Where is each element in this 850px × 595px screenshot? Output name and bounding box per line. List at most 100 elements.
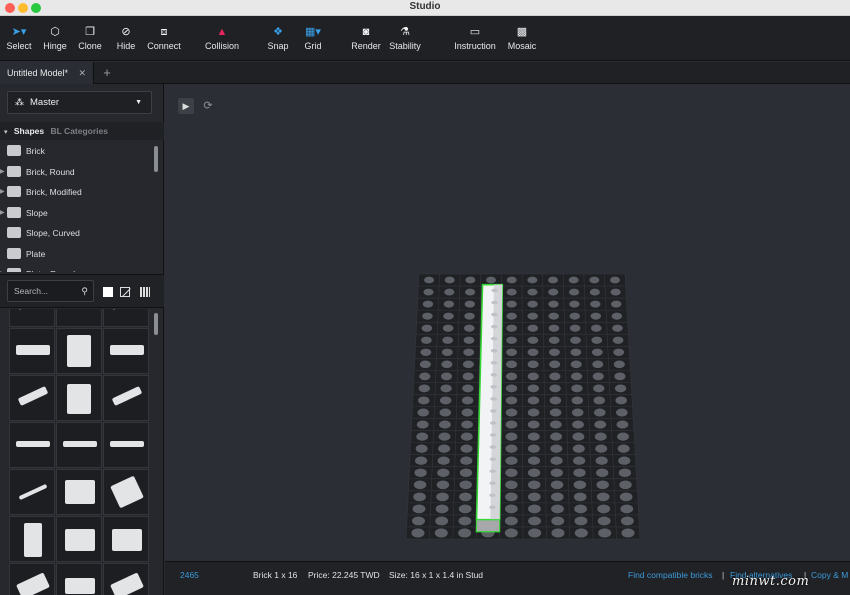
category-item[interactable]: Brick <box>0 141 164 162</box>
stud <box>527 372 539 381</box>
category-item[interactable]: Slope, Curved <box>0 223 164 244</box>
part-thumbnail[interactable] <box>56 516 102 562</box>
part-thumbnail[interactable] <box>103 422 149 468</box>
stud <box>417 408 430 417</box>
part-thumbnail[interactable] <box>56 563 102 595</box>
stud <box>571 408 584 417</box>
part-thumbnail[interactable] <box>56 328 102 374</box>
part-thumbnail[interactable] <box>9 469 55 515</box>
brick-stud <box>490 409 497 413</box>
toolbar-button-grid[interactable]: ▦▾ Grid <box>302 16 324 61</box>
close-tab-icon[interactable]: ✕ <box>78 62 86 84</box>
view-filter-icon[interactable] <box>120 287 130 297</box>
tab-shapes[interactable]: Shapes <box>14 126 44 136</box>
category-item[interactable]: ▶ Plate, Round <box>0 264 164 272</box>
toolbar-button-stability[interactable]: ⚗ Stability <box>386 16 424 61</box>
toolbar-label: Snap <box>267 41 289 51</box>
category-item[interactable]: ▶ Brick, Modified <box>0 182 164 203</box>
part-name: Brick 1 x 16 <box>253 570 298 580</box>
toolbar-button-connect[interactable]: ⧈ Connect <box>145 16 183 61</box>
part-thumbnail[interactable] <box>9 375 55 421</box>
expand-chevron-icon[interactable]: ▶ <box>0 264 5 272</box>
part-thumbnail[interactable] <box>56 375 102 421</box>
stud <box>548 300 559 308</box>
collapse-chevron-icon[interactable]: ▾ <box>4 129 8 136</box>
stud <box>506 300 517 308</box>
expand-chevron-icon[interactable]: ▶ <box>0 203 5 223</box>
expand-chevron-icon[interactable]: ▶ <box>0 182 5 202</box>
brick-stud <box>490 348 498 353</box>
part-thumbnail[interactable] <box>9 563 55 595</box>
add-tab-button[interactable]: + <box>100 62 114 84</box>
toolbar-button-collision[interactable]: ▲ Collision <box>202 16 242 61</box>
view-large-icon[interactable] <box>103 287 113 297</box>
category-item[interactable]: ▶ Slope <box>0 203 164 224</box>
hide-eye-icon: ⊘ <box>121 26 131 38</box>
stud <box>549 408 562 417</box>
copy-link[interactable]: Copy & M <box>811 569 848 581</box>
part-thumbnail[interactable] <box>103 375 149 421</box>
brick-render-icon <box>16 441 50 447</box>
category-item[interactable]: Plate <box>0 244 164 265</box>
brick-stud <box>489 481 496 486</box>
category-scrollbar[interactable] <box>154 146 158 172</box>
palette-selector-dropdown[interactable]: ⁂ Master ▼ <box>7 91 152 114</box>
stud <box>443 300 455 308</box>
stud <box>548 312 559 320</box>
expand-chevron-icon[interactable]: ▶ <box>0 162 5 182</box>
toolbar-button-hinge[interactable]: ⬡ Hinge <box>40 16 70 61</box>
toolbar-label: Grid <box>304 41 322 51</box>
part-thumbnail[interactable] <box>56 422 102 468</box>
stud <box>416 420 429 429</box>
stud <box>465 288 476 296</box>
part-thumbnail[interactable] <box>9 422 55 468</box>
part-thumbnail[interactable] <box>56 469 102 515</box>
status-separator: | <box>722 570 725 580</box>
stud <box>415 456 428 465</box>
brick-stud <box>489 469 496 473</box>
part-thumbnail[interactable] <box>103 309 149 327</box>
toolbar-button-instruction[interactable]: ▭ Instruction <box>452 16 498 61</box>
stud <box>591 348 603 357</box>
toolbar-button-snap[interactable]: ❖ Snap <box>266 16 290 61</box>
tab-bl-categories[interactable]: BL Categories <box>51 126 108 136</box>
brick-stud <box>491 324 498 329</box>
palette-selector-label: Master <box>30 97 60 108</box>
stud <box>592 360 604 369</box>
part-thumbnail[interactable] <box>9 309 55 327</box>
toolbar-button-clone[interactable]: ❐ Clone <box>77 16 103 61</box>
tab-untitled-model[interactable]: Untitled Model* ✕ <box>0 62 94 84</box>
stud <box>527 468 541 478</box>
stud <box>423 288 434 296</box>
view-grid-icon[interactable] <box>140 287 150 297</box>
part-id[interactable]: 2465 <box>180 569 199 581</box>
toolbar-button-mosaic[interactable]: ▩ Mosaic <box>506 16 538 61</box>
stud <box>591 336 603 344</box>
toolbar-button-hide[interactable]: ⊘ Hide <box>114 16 138 61</box>
toolbar-button-select[interactable]: ➤▾ Select <box>4 16 34 61</box>
part-search-input[interactable]: Search... ⚲ <box>7 280 94 302</box>
stud <box>464 300 475 308</box>
part-thumbnail[interactable] <box>103 328 149 374</box>
stud <box>505 492 518 502</box>
stud <box>595 456 608 465</box>
stud <box>442 324 454 332</box>
category-item[interactable]: ▶ Brick, Round <box>0 162 164 183</box>
stud <box>505 396 518 405</box>
part-thumbnail[interactable] <box>56 309 102 327</box>
part-thumbnail[interactable] <box>9 328 55 374</box>
3d-viewport[interactable]: ▶ ⟳ <box>165 84 850 561</box>
stud <box>570 336 581 344</box>
part-thumbnail[interactable] <box>103 469 149 515</box>
part-thumbnail[interactable] <box>103 563 149 595</box>
find-compatible-link[interactable]: Find compatible bricks <box>628 569 713 581</box>
stud <box>593 384 605 393</box>
baseplate-scene[interactable] <box>165 84 850 561</box>
part-thumbnail[interactable] <box>103 516 149 562</box>
stud <box>549 348 560 357</box>
stability-icon: ⚗ <box>400 26 410 38</box>
toolbar-button-render[interactable]: ◙ Render <box>351 16 381 61</box>
stud <box>548 324 560 332</box>
part-thumbnail[interactable] <box>9 516 55 562</box>
thumbnail-scrollbar[interactable] <box>154 313 158 335</box>
